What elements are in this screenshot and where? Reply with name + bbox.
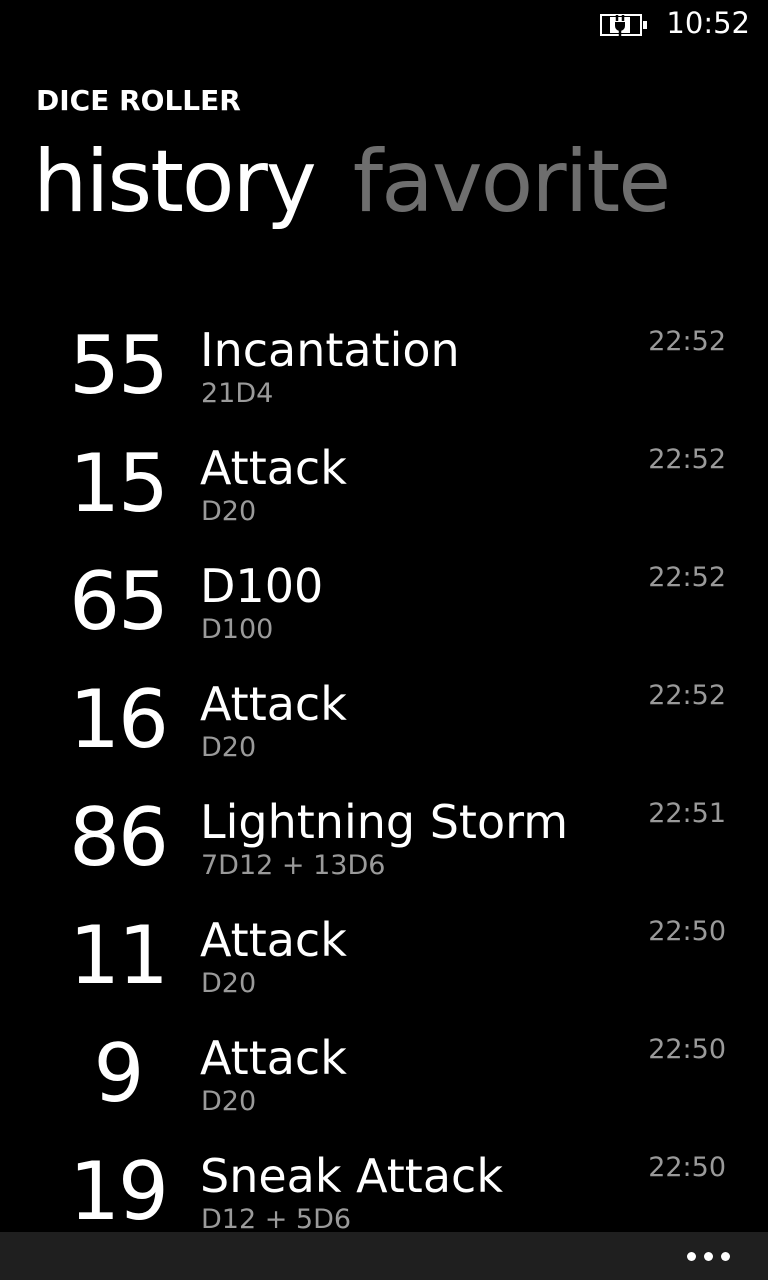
roll-name: Sneak Attack	[200, 1149, 503, 1203]
roll-time: 22:52	[648, 562, 726, 593]
roll-total: 55	[69, 319, 169, 412]
roll-time: 22:52	[648, 444, 726, 475]
roll-time: 22:51	[648, 798, 726, 829]
roll-name: Attack	[200, 913, 347, 967]
roll-time: 22:52	[648, 326, 726, 357]
history-list: 55 Incantation 21D4 22:52 15 Attack D20 …	[0, 318, 768, 1262]
status-bar: 10:52	[0, 0, 768, 50]
history-row[interactable]: 16 Attack D20 22:52	[0, 672, 768, 790]
roll-total: 86	[69, 791, 169, 884]
roll-dice: D12 + 5D6	[201, 1204, 352, 1235]
pivot-header: history favorite	[33, 132, 707, 232]
history-row[interactable]: 55 Incantation 21D4 22:52	[0, 318, 768, 436]
roll-time: 22:50	[648, 1034, 726, 1065]
more-ellipsis-icon[interactable]	[687, 1252, 730, 1261]
app-bar	[0, 1232, 768, 1280]
roll-dice: D20	[201, 1086, 257, 1117]
history-row[interactable]: 65 D100 D100 22:52	[0, 554, 768, 672]
roll-name: Attack	[200, 677, 347, 731]
roll-total: 11	[69, 909, 169, 1002]
clock: 10:52	[666, 6, 750, 40]
roll-time: 22:50	[648, 916, 726, 947]
roll-time: 22:50	[648, 1152, 726, 1183]
roll-dice: D20	[201, 968, 257, 999]
roll-total: 15	[69, 437, 169, 530]
history-row[interactable]: 9 Attack D20 22:50	[0, 1026, 768, 1144]
roll-dice: 21D4	[201, 378, 274, 409]
roll-total: 16	[69, 673, 169, 766]
tab-favorite[interactable]: favorite	[353, 132, 671, 232]
history-row[interactable]: 86 Lightning Storm 7D12 + 13D6 22:51	[0, 790, 768, 908]
roll-total: 19	[69, 1145, 169, 1238]
tab-history[interactable]: history	[33, 132, 317, 232]
roll-time: 22:52	[648, 680, 726, 711]
roll-dice: D20	[201, 496, 257, 527]
history-row[interactable]: 11 Attack D20 22:50	[0, 908, 768, 1026]
app-title: DICE ROLLER	[36, 84, 241, 117]
roll-name: Lightning Storm	[200, 795, 568, 849]
roll-name: Attack	[200, 441, 347, 495]
roll-dice: D20	[201, 732, 257, 763]
history-row[interactable]: 15 Attack D20 22:52	[0, 436, 768, 554]
roll-name: Incantation	[200, 323, 460, 377]
roll-name: Attack	[200, 1031, 347, 1085]
battery-charging-icon	[600, 14, 647, 36]
roll-name: D100	[200, 559, 324, 613]
roll-dice: 7D12 + 13D6	[201, 850, 386, 881]
roll-total: 9	[93, 1027, 145, 1120]
roll-dice: D100	[201, 614, 274, 645]
roll-total: 65	[69, 555, 169, 648]
